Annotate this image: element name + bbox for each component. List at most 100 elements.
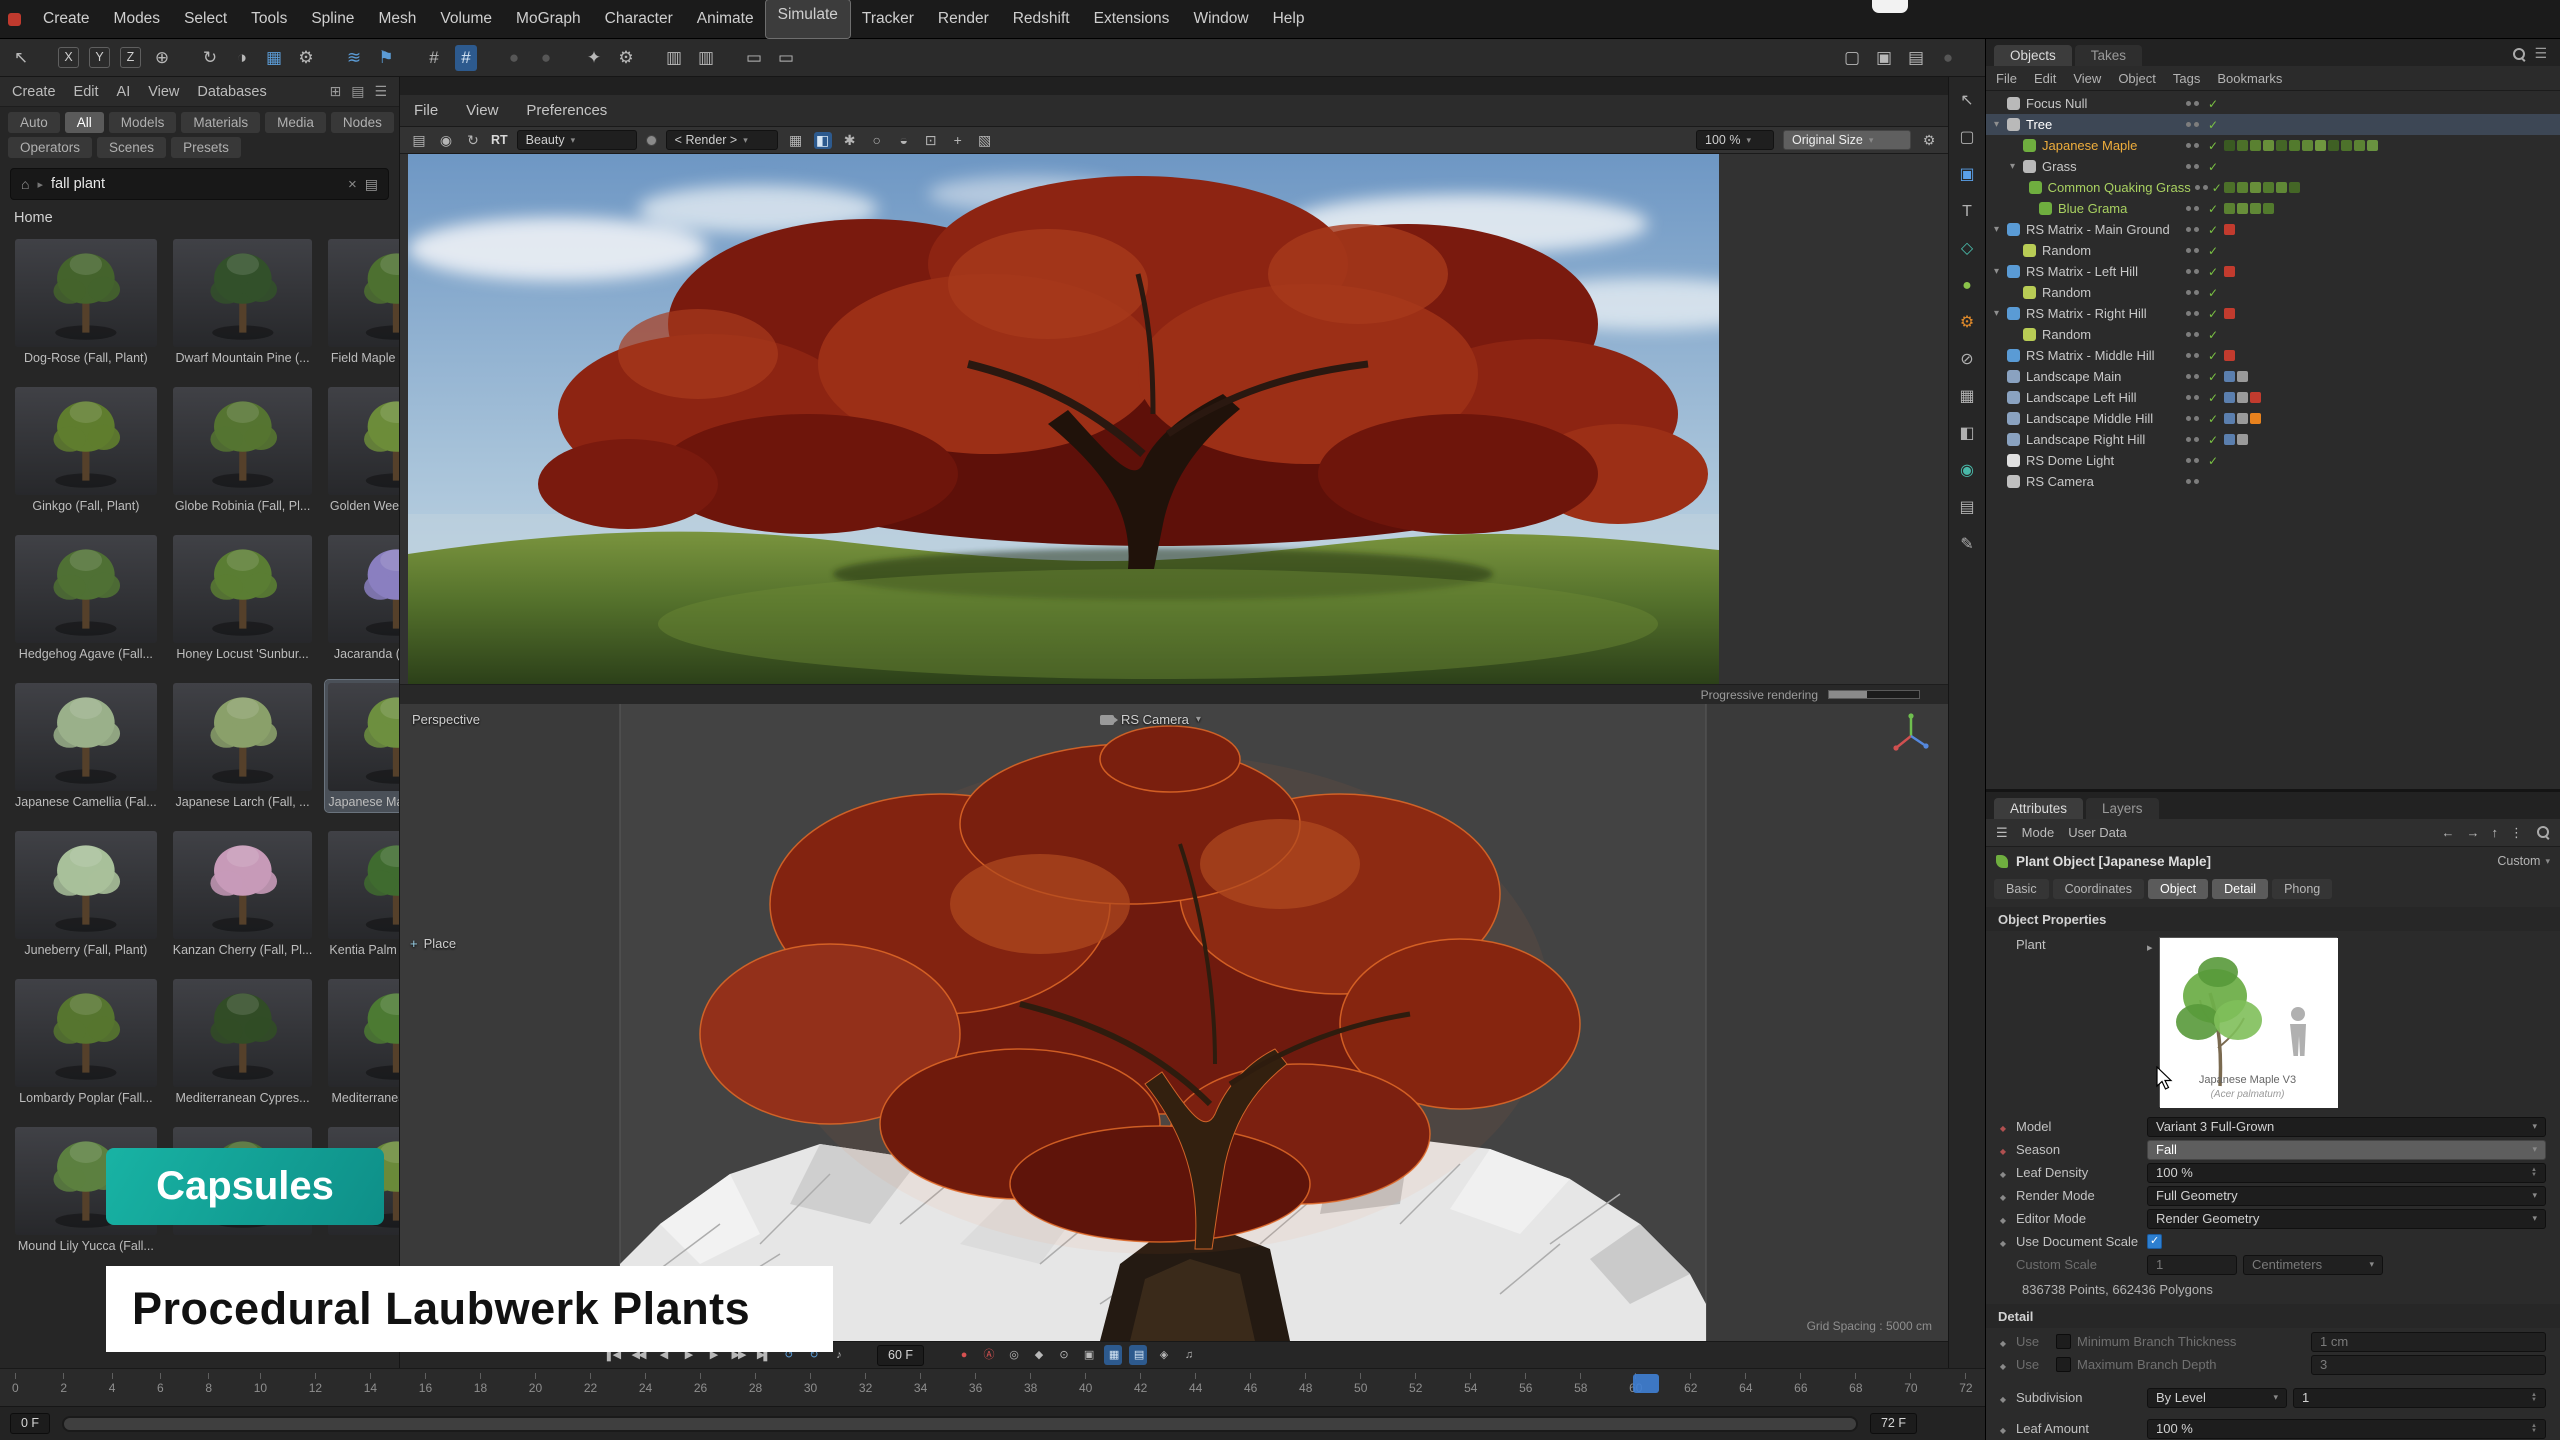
material-tag[interactable] — [2276, 140, 2287, 151]
lock-x-axis[interactable]: X — [58, 47, 79, 68]
material-tag[interactable] — [2237, 413, 2248, 424]
asset-item[interactable]: Honey Locust 'Sunbur... — [170, 532, 316, 664]
visibility-dots[interactable] — [2186, 143, 2208, 148]
refresh-render-icon[interactable]: ↻ — [464, 132, 482, 149]
record-position-button[interactable]: ◆ — [1029, 1345, 1047, 1365]
frame-number[interactable]: 56 — [1519, 1373, 1532, 1406]
frame-number[interactable]: 6 — [157, 1373, 164, 1406]
tool-settings-button[interactable]: ⚙ — [615, 45, 637, 71]
enabled-check[interactable]: ✓ — [2208, 391, 2224, 405]
material-tag[interactable] — [2237, 203, 2248, 214]
enabled-check[interactable]: ✓ — [2212, 181, 2224, 195]
model-dropdown[interactable]: Variant 3 Full-Grown▾ — [2147, 1117, 2546, 1137]
half-res-icon[interactable]: ◒ — [895, 132, 913, 149]
frame-number[interactable]: 50 — [1354, 1373, 1367, 1406]
record-rotation-button[interactable]: ▣ — [1079, 1345, 1097, 1365]
season-dropdown[interactable]: Fall▾ — [2147, 1140, 2546, 1160]
more-icon[interactable]: ⋮ — [2510, 825, 2523, 841]
channels-icon[interactable]: ▧ — [976, 132, 994, 149]
back-icon[interactable]: ← — [2442, 825, 2455, 841]
plus-icon[interactable]: + — [949, 132, 967, 149]
frame-number[interactable]: 64 — [1739, 1373, 1752, 1406]
enabled-check[interactable]: ✓ — [2208, 202, 2224, 216]
render-snapshot-icon[interactable]: ◉ — [437, 132, 455, 149]
asset-item[interactable]: Field Maple (Fall, Plant) — [325, 236, 400, 368]
keyframe-dot[interactable] — [1996, 1357, 2010, 1372]
object-properties-header[interactable]: Object Properties — [1986, 907, 2560, 931]
keyframe-selection-button[interactable]: ◎ — [1004, 1345, 1022, 1365]
up-icon[interactable]: ↑ — [2492, 825, 2499, 841]
enabled-check[interactable]: ✓ — [2208, 139, 2224, 153]
menubar-item[interactable]: MoGraph — [504, 0, 593, 38]
asset-thumbnail[interactable] — [328, 535, 400, 643]
asset-thumbnail[interactable] — [173, 239, 313, 347]
menubar-item[interactable]: Window — [1181, 0, 1260, 38]
object-row[interactable]: Random ✓ — [1986, 282, 2560, 303]
object-row[interactable]: Focus Null ✓ — [1986, 93, 2560, 114]
frame-number[interactable]: 66 — [1794, 1373, 1807, 1406]
render-pass-dropdown[interactable]: Beauty▾ — [517, 130, 637, 150]
sound-scrub-button[interactable]: ♫ — [1179, 1345, 1197, 1365]
layout-panels-button[interactable]: ▤ — [1905, 45, 1927, 71]
material-tag[interactable] — [2367, 140, 2378, 151]
menubar-item[interactable]: Create — [31, 0, 102, 38]
material-tag[interactable] — [2263, 140, 2274, 151]
visibility-dots[interactable] — [2186, 374, 2208, 379]
material-tag[interactable] — [2341, 140, 2352, 151]
asset-filter-tab[interactable]: Media — [265, 112, 326, 133]
material-tag[interactable] — [2250, 182, 2261, 193]
material-tag[interactable] — [2224, 308, 2235, 319]
material-tag[interactable] — [2237, 392, 2248, 403]
enabled-check[interactable]: ✓ — [2208, 307, 2224, 321]
material-tag[interactable] — [2237, 182, 2248, 193]
asset-thumbnail[interactable] — [173, 979, 313, 1087]
image-size-dropdown[interactable]: Original Size▾ — [1783, 130, 1911, 150]
points-mode-button[interactable]: ● — [1962, 274, 1972, 298]
keyframe-dot[interactable] — [1996, 1234, 2010, 1249]
record-parameter-button[interactable]: ▦ — [1104, 1345, 1122, 1365]
frame-number[interactable]: 4 — [109, 1373, 116, 1406]
visibility-dots[interactable] — [2186, 164, 2208, 169]
browser-breadcrumb[interactable]: Home — [0, 204, 399, 228]
workplane-button[interactable]: ◇ — [1961, 237, 1973, 261]
render-settings-gear-icon[interactable]: ⚙ — [1920, 132, 1938, 149]
object-row[interactable]: Landscape Middle Hill ✓ — [1986, 408, 2560, 429]
menubar-item[interactable]: Redshift — [1001, 0, 1082, 38]
enabled-check[interactable]: ✓ — [2208, 349, 2224, 363]
asset-filter-tab[interactable]: Auto — [8, 112, 60, 133]
object-manager-menu-item[interactable]: File — [1996, 71, 2017, 86]
object-row[interactable]: RS Camera — [1986, 471, 2560, 492]
asset-thumbnail[interactable] — [328, 683, 400, 791]
asset-item[interactable]: Kanzan Cherry (Fall, Pl... — [170, 828, 316, 960]
visibility-dots[interactable] — [2186, 416, 2208, 421]
object-row[interactable]: Blue Grama ✓ — [1986, 198, 2560, 219]
asset-item[interactable]: Ginkgo (Fall, Plant) — [12, 384, 160, 516]
lock-y-axis[interactable]: Y — [89, 47, 110, 68]
material-tag[interactable] — [2237, 371, 2248, 382]
visibility-dots[interactable] — [2186, 395, 2208, 400]
plant-expand-arrow[interactable]: ▸ — [2147, 941, 2153, 954]
object-manager-menu-item[interactable]: View — [2073, 71, 2101, 86]
render-view-button[interactable]: ↻ — [199, 45, 221, 71]
enabled-check[interactable]: ✓ — [2208, 454, 2224, 468]
frame-number[interactable]: 26 — [694, 1373, 707, 1406]
color-swatch[interactable] — [646, 135, 657, 146]
keyframe-dot[interactable] — [1996, 1211, 2010, 1226]
asset-browser-menu-item[interactable]: Edit — [74, 84, 99, 100]
menubar-item[interactable]: Mesh — [366, 0, 428, 38]
camera-label[interactable]: RS Camera ▾ — [1100, 712, 1201, 727]
frame-number[interactable]: 20 — [529, 1373, 542, 1406]
menubar-item[interactable]: Extensions — [1082, 0, 1182, 38]
object-manager-menu-item[interactable]: Object — [2118, 71, 2156, 86]
snap-toggle-button[interactable]: ◉ — [1960, 459, 1974, 483]
record-pla-button[interactable]: ▤ — [1129, 1345, 1147, 1365]
coordinate-system-toggle[interactable]: ⊕ — [151, 45, 173, 71]
zoom-dropdown[interactable]: 100 %▾ — [1696, 130, 1774, 150]
asset-filter-tab[interactable]: Nodes — [331, 112, 394, 133]
record-scale-button[interactable]: ⊙ — [1054, 1345, 1072, 1365]
material-tag[interactable] — [2224, 371, 2235, 382]
visibility-dots[interactable] — [2186, 332, 2208, 337]
render-view-canvas[interactable] — [400, 154, 1948, 684]
object-row[interactable]: ▾ RS Matrix - Right Hill ✓ — [1986, 303, 2560, 324]
object-row[interactable]: Landscape Left Hill ✓ — [1986, 387, 2560, 408]
